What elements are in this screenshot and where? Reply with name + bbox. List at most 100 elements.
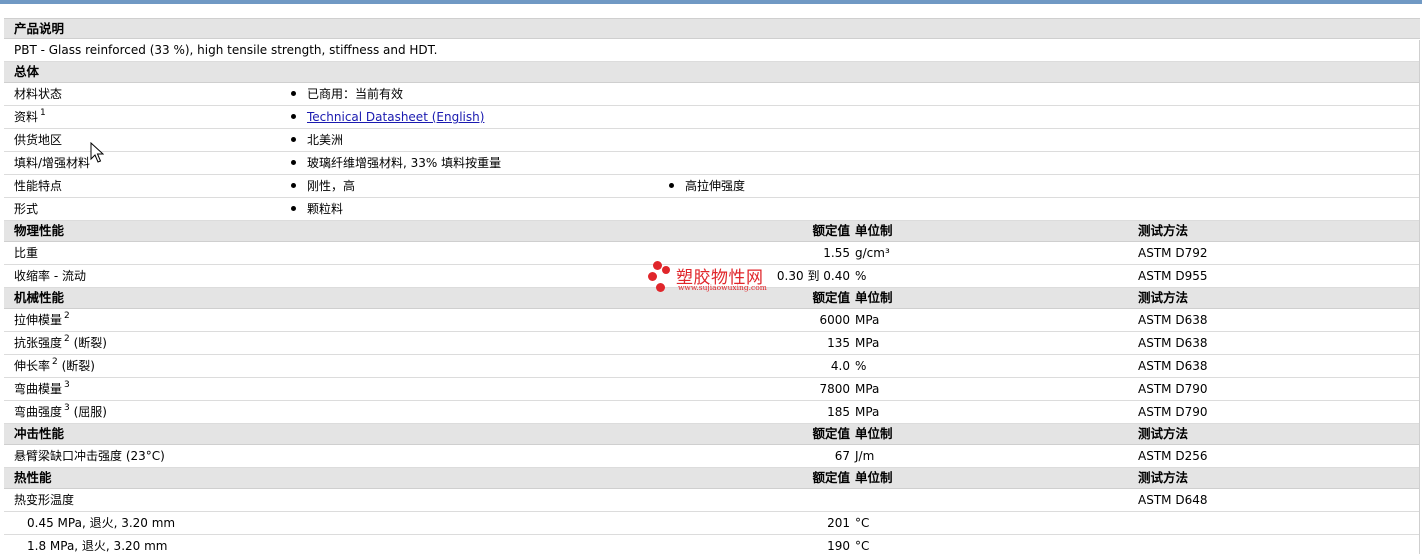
general-row-documents: 资料 1 Technical Datasheet (English)	[4, 106, 1420, 129]
property-label: 弯曲模量 3	[14, 380, 70, 396]
section-title: 产品说明	[14, 21, 65, 36]
technical-datasheet-link[interactable]: Technical Datasheet (English)	[307, 110, 484, 124]
column-header-value: 额定值	[812, 223, 850, 238]
bullet-icon	[291, 206, 296, 211]
bullet-value: 颗粒料	[291, 198, 343, 220]
property-unit: MPa	[855, 382, 880, 396]
property-unit: %	[855, 269, 867, 283]
property-value: 135	[827, 336, 850, 350]
general-row-region: 供货地区 北美洲	[4, 129, 1420, 152]
row-label: 性能特点	[14, 179, 63, 193]
property-row: 拉伸模量 2 6000 MPa ASTM D638	[4, 309, 1420, 332]
property-unit: MPa	[855, 405, 880, 419]
section-title: 物理性能	[14, 223, 65, 238]
bullet-value: 已商用：当前有效	[291, 83, 403, 105]
footnote-ref: 2	[52, 357, 58, 367]
property-value: 67	[834, 449, 850, 463]
column-header-unit: 单位制	[855, 426, 893, 441]
row-label: 供货地区	[14, 133, 63, 147]
property-row: 悬臂梁缺口冲击强度 (23°C) 67 J/m ASTM D256	[4, 445, 1420, 468]
property-unit: MPa	[855, 336, 880, 350]
property-row: 热变形温度 ASTM D648	[4, 489, 1420, 512]
top-accent-bar	[0, 0, 1422, 4]
column-header-unit: 单位制	[855, 470, 893, 485]
property-label: 比重	[14, 246, 39, 260]
bullet-icon	[291, 160, 296, 165]
bullet-icon	[291, 183, 296, 188]
section-title: 冲击性能	[14, 426, 65, 441]
column-header-test: 测试方法	[1138, 223, 1189, 238]
property-row: 1.8 MPa, 退火, 3.20 mm 190 °C	[4, 535, 1420, 558]
watermark-logo-dot	[662, 266, 670, 274]
mouse-cursor-icon	[90, 142, 104, 163]
property-label: 弯曲强度 3 (屈服)	[14, 403, 107, 419]
general-row-filler: 填料/增强材料 玻璃纤维增强材料, 33% 填料按重量	[4, 152, 1420, 175]
section-header-product-description: 产品说明	[4, 18, 1420, 39]
footnote-ref: 3	[64, 403, 70, 413]
property-value: 1.55	[823, 246, 850, 260]
property-label: 悬臂梁缺口冲击强度 (23°C)	[14, 449, 165, 463]
column-header-unit: 单位制	[855, 290, 893, 305]
property-label: 抗张强度 2 (断裂)	[14, 334, 107, 350]
property-test-method: ASTM D792	[1138, 246, 1208, 260]
property-unit: g/cm³	[855, 246, 890, 260]
property-test-method: ASTM D256	[1138, 449, 1208, 463]
bullet-icon	[291, 137, 296, 142]
bullet-value: 北美洲	[291, 129, 343, 151]
column-header-test: 测试方法	[1138, 470, 1189, 485]
section-header-thermal: 热性能 额定值 单位制 测试方法	[4, 468, 1420, 489]
bullet-icon	[291, 91, 296, 96]
section-title: 总体	[14, 64, 40, 79]
bullet-value: Technical Datasheet (English)	[291, 106, 484, 128]
property-label: 热变形温度	[14, 493, 75, 507]
footnote-ref: 2	[64, 334, 70, 344]
property-unit: J/m	[855, 449, 875, 463]
column-header-test: 测试方法	[1138, 426, 1189, 441]
section-header-impact: 冲击性能 额定值 单位制 测试方法	[4, 424, 1420, 445]
property-row: 0.45 MPa, 退火, 3.20 mm 201 °C	[4, 512, 1420, 535]
property-condition-label: 0.45 MPa, 退火, 3.20 mm	[27, 516, 176, 530]
property-row: 弯曲强度 3 (屈服) 185 MPa ASTM D790	[4, 401, 1420, 424]
bullet-icon	[291, 114, 296, 119]
section-header-general: 总体	[4, 62, 1420, 83]
property-value: 6000	[819, 313, 850, 327]
property-value: 0.30 到 0.40	[776, 269, 850, 283]
property-value: 185	[827, 405, 850, 419]
watermark-logo-dot	[656, 283, 665, 292]
property-test-method: ASTM D638	[1138, 359, 1208, 373]
property-label: 伸长率 2 (断裂)	[14, 357, 95, 373]
property-row: 抗张强度 2 (断裂) 135 MPa ASTM D638	[4, 332, 1420, 355]
property-value: 201	[827, 516, 850, 530]
bullet-value: 刚性，高	[291, 175, 355, 197]
property-label: 收缩率 - 流动	[14, 269, 86, 283]
property-row: 伸长率 2 (断裂) 4.0 % ASTM D638	[4, 355, 1420, 378]
general-row-status: 材料状态 已商用：当前有效	[4, 83, 1420, 106]
section-title: 机械性能	[14, 290, 65, 305]
property-test-method: ASTM D790	[1138, 405, 1208, 419]
property-value: 7800	[819, 382, 850, 396]
product-description-text: PBT - Glass reinforced (33 %), high tens…	[14, 43, 438, 57]
row-label: 形式	[14, 202, 39, 216]
property-test-method: ASTM D790	[1138, 382, 1208, 396]
general-row-features: 性能特点 刚性，高 高拉伸强度	[4, 175, 1420, 198]
property-test-method: ASTM D638	[1138, 313, 1208, 327]
property-label: 拉伸模量 2	[14, 311, 70, 327]
column-header-value: 额定值	[812, 426, 850, 441]
row-label: 填料/增强材料	[14, 156, 91, 170]
column-header-value: 额定值	[812, 290, 850, 305]
footnote-ref: 1	[40, 108, 46, 118]
row-label: 材料状态	[14, 87, 63, 101]
section-title: 热性能	[14, 470, 52, 485]
property-unit: MPa	[855, 313, 880, 327]
property-test-method: ASTM D648	[1138, 493, 1208, 507]
watermark-logo-dot	[653, 261, 662, 270]
section-header-physical: 物理性能 额定值 单位制 测试方法	[4, 221, 1420, 242]
row-label: 资料 1	[14, 108, 46, 124]
column-header-unit: 单位制	[855, 223, 893, 238]
footnote-ref: 2	[64, 311, 70, 321]
footnote-ref: 3	[64, 380, 70, 390]
watermark-url: www.sujiaowuxing.com	[678, 283, 767, 292]
property-test-method: ASTM D955	[1138, 269, 1208, 283]
property-unit: °C	[855, 516, 870, 530]
product-description-row: PBT - Glass reinforced (33 %), high tens…	[4, 39, 1420, 62]
